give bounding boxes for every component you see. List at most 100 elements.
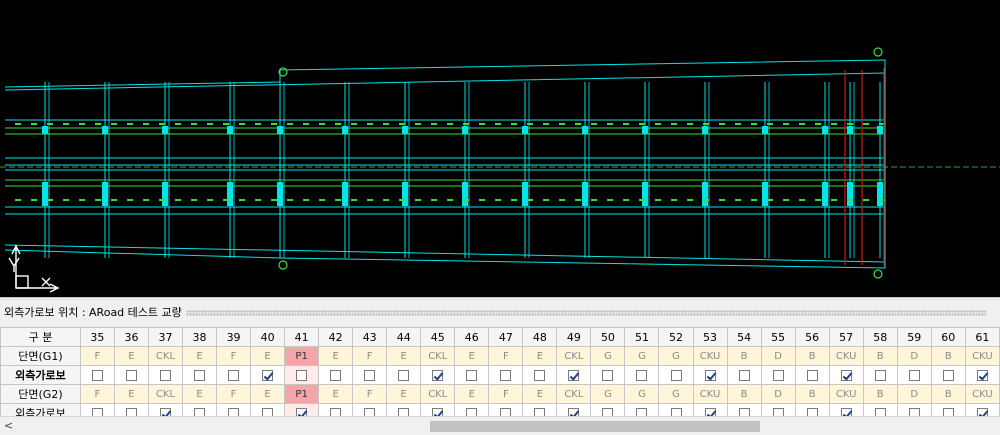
- section-cell[interactable]: CKU: [828, 384, 864, 404]
- crossbeam-checkbox-cell[interactable]: [930, 365, 966, 385]
- checked-checkbox[interactable]: [432, 370, 444, 381]
- crossbeam-checkbox-cell[interactable]: [590, 365, 626, 385]
- panel-grip[interactable]: [185, 310, 986, 316]
- crossbeam-checkbox-cell[interactable]: [352, 365, 388, 385]
- scrollbar-thumb[interactable]: [430, 421, 760, 432]
- unchecked-checkbox[interactable]: [159, 370, 171, 381]
- section-cell[interactable]: CKL: [420, 346, 456, 366]
- section-cell[interactable]: B: [726, 346, 762, 366]
- section-cell[interactable]: E: [113, 346, 149, 366]
- section-cell[interactable]: G: [658, 384, 694, 404]
- section-cell[interactable]: F: [488, 346, 524, 366]
- unchecked-checkbox[interactable]: [194, 370, 206, 381]
- section-cell[interactable]: B: [930, 346, 966, 366]
- bridge-plan-drawing[interactable]: [0, 0, 1000, 297]
- unchecked-checkbox[interactable]: [636, 370, 648, 381]
- unchecked-checkbox[interactable]: [942, 370, 954, 381]
- section-cell[interactable]: E: [318, 346, 354, 366]
- section-cell[interactable]: CKL: [556, 346, 592, 366]
- unchecked-checkbox[interactable]: [296, 370, 308, 381]
- crossbeam-checkbox-cell[interactable]: [828, 365, 864, 385]
- crossbeam-checkbox-cell[interactable]: [420, 365, 456, 385]
- section-cell[interactable]: B: [862, 384, 898, 404]
- section-cell[interactable]: B: [930, 384, 966, 404]
- unchecked-checkbox[interactable]: [534, 370, 546, 381]
- section-cell[interactable]: CKL: [556, 384, 592, 404]
- unchecked-checkbox[interactable]: [772, 370, 784, 381]
- checked-checkbox[interactable]: [568, 370, 580, 381]
- section-cell[interactable]: B: [726, 384, 762, 404]
- section-cell[interactable]: E: [250, 384, 286, 404]
- section-cell[interactable]: E: [454, 384, 490, 404]
- section-cell[interactable]: E: [454, 346, 490, 366]
- checked-checkbox[interactable]: [976, 370, 988, 381]
- section-cell[interactable]: P1: [284, 384, 320, 404]
- section-cell[interactable]: E: [250, 346, 286, 366]
- crossbeam-checkbox-cell[interactable]: [726, 365, 762, 385]
- crossbeam-checkbox-cell[interactable]: [760, 365, 796, 385]
- crossbeam-checkbox-cell[interactable]: [692, 365, 728, 385]
- crossbeam-checkbox-cell[interactable]: [862, 365, 898, 385]
- crossbeam-checkbox-cell[interactable]: [794, 365, 830, 385]
- section-cell[interactable]: CKL: [420, 384, 456, 404]
- section-cell[interactable]: D: [760, 346, 796, 366]
- unchecked-checkbox[interactable]: [330, 370, 342, 381]
- section-cell[interactable]: E: [522, 346, 558, 366]
- unchecked-checkbox[interactable]: [398, 370, 410, 381]
- section-cell[interactable]: P1: [284, 346, 320, 366]
- crossbeam-checkbox-cell[interactable]: [896, 365, 932, 385]
- section-cell[interactable]: G: [658, 346, 694, 366]
- section-cell[interactable]: D: [896, 384, 932, 404]
- section-cell[interactable]: F: [352, 384, 388, 404]
- section-cell[interactable]: E: [182, 346, 218, 366]
- section-cell[interactable]: F: [79, 384, 115, 404]
- crossbeam-checkbox-cell[interactable]: [216, 365, 252, 385]
- crossbeam-checkbox-cell[interactable]: [79, 365, 115, 385]
- section-cell[interactable]: F: [352, 346, 388, 366]
- unchecked-checkbox[interactable]: [466, 370, 478, 381]
- checked-checkbox[interactable]: [840, 370, 852, 381]
- crossbeam-checkbox-cell[interactable]: [284, 365, 320, 385]
- unchecked-checkbox[interactable]: [806, 370, 818, 381]
- section-cell[interactable]: CKU: [964, 346, 1000, 366]
- section-cell[interactable]: F: [216, 346, 252, 366]
- crossbeam-checkbox-cell[interactable]: [147, 365, 184, 385]
- section-cell[interactable]: E: [386, 384, 422, 404]
- unchecked-checkbox[interactable]: [602, 370, 614, 381]
- crossbeam-checkbox-cell[interactable]: [488, 365, 524, 385]
- unchecked-checkbox[interactable]: [91, 370, 103, 381]
- section-cell[interactable]: CKU: [692, 346, 728, 366]
- unchecked-checkbox[interactable]: [125, 370, 137, 381]
- section-cell[interactable]: CKU: [828, 346, 864, 366]
- cad-viewport[interactable]: [0, 0, 1000, 297]
- crossbeam-checkbox-cell[interactable]: [522, 365, 558, 385]
- unchecked-checkbox[interactable]: [908, 370, 920, 381]
- crossbeam-checkbox-cell[interactable]: [250, 365, 286, 385]
- unchecked-checkbox[interactable]: [228, 370, 240, 381]
- section-cell[interactable]: E: [318, 384, 354, 404]
- section-cell[interactable]: D: [760, 384, 796, 404]
- crossbeam-checkbox-cell[interactable]: [318, 365, 354, 385]
- horizontal-scrollbar[interactable]: <: [0, 416, 1000, 435]
- checked-checkbox[interactable]: [704, 370, 716, 381]
- unchecked-checkbox[interactable]: [500, 370, 512, 381]
- crossbeam-checkbox-cell[interactable]: [556, 365, 592, 385]
- section-cell[interactable]: E: [182, 384, 218, 404]
- section-cell[interactable]: G: [590, 384, 626, 404]
- unchecked-checkbox[interactable]: [364, 370, 376, 381]
- section-cell[interactable]: E: [522, 384, 558, 404]
- section-cell[interactable]: CKL: [147, 346, 184, 366]
- crossbeam-checkbox-cell[interactable]: [113, 365, 149, 385]
- section-cell[interactable]: B: [794, 346, 830, 366]
- section-cell[interactable]: D: [896, 346, 932, 366]
- section-cell[interactable]: CKU: [692, 384, 728, 404]
- section-cell[interactable]: F: [79, 346, 115, 366]
- section-cell[interactable]: E: [386, 346, 422, 366]
- crossbeam-checkbox-cell[interactable]: [624, 365, 660, 385]
- section-cell[interactable]: B: [794, 384, 830, 404]
- section-cell[interactable]: F: [488, 384, 524, 404]
- section-cell[interactable]: G: [624, 346, 660, 366]
- section-cell[interactable]: G: [590, 346, 626, 366]
- crossbeam-checkbox-cell[interactable]: [386, 365, 422, 385]
- section-cell[interactable]: CKL: [147, 384, 184, 404]
